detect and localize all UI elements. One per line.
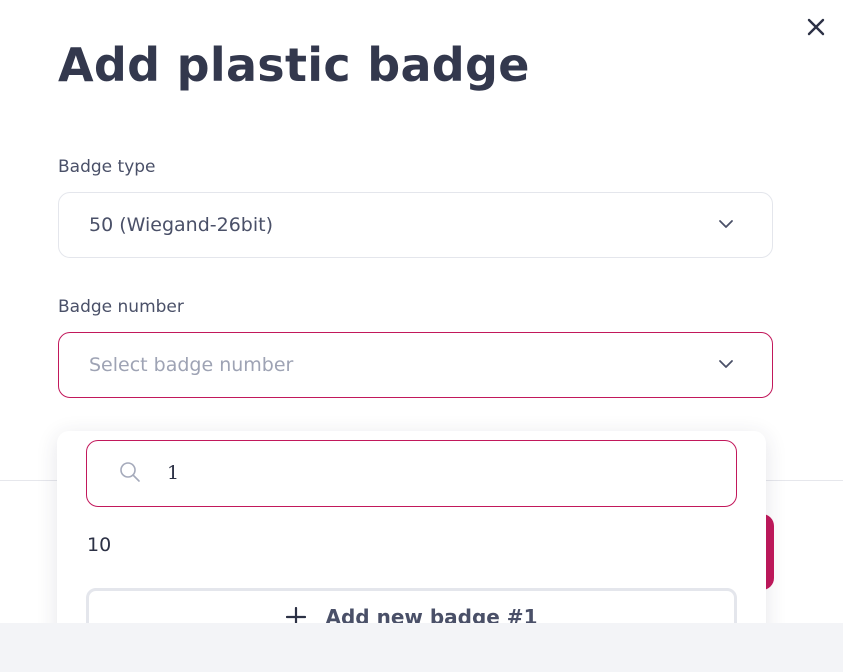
chevron-down-icon (719, 220, 733, 228)
dropdown-option[interactable]: 10 (87, 534, 111, 556)
search-input[interactable] (167, 457, 707, 489)
badge-number-dropdown: 10 Add new badge #1 (57, 431, 766, 653)
page-background (0, 623, 843, 672)
close-button[interactable] (805, 16, 827, 38)
badge-type-select[interactable]: 50 (Wiegand-26bit) (58, 192, 773, 258)
search-icon (120, 462, 140, 482)
badge-number-placeholder: Select badge number (89, 354, 294, 376)
add-badge-modal: Add plastic badge Badge type 50 (Wiegand… (0, 0, 843, 653)
chevron-down-icon (719, 360, 733, 368)
badge-number-label: Badge number (58, 297, 184, 317)
badge-type-value: 50 (Wiegand-26bit) (89, 214, 274, 236)
close-icon (807, 18, 825, 36)
badge-number-select[interactable]: Select badge number (58, 332, 773, 398)
modal-title: Add plastic badge (58, 38, 530, 92)
badge-type-label: Badge type (58, 157, 156, 177)
search-field[interactable] (86, 440, 737, 507)
